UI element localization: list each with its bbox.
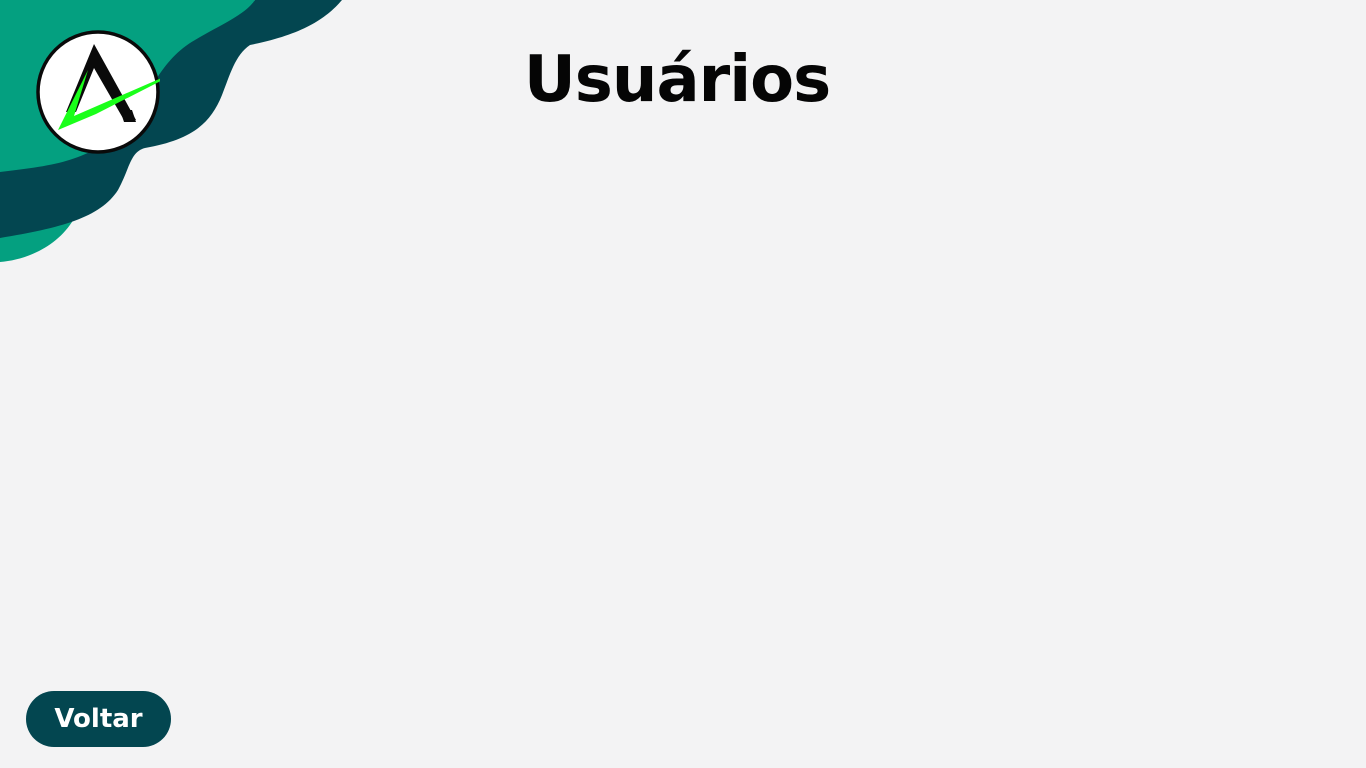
back-button[interactable]: Voltar	[26, 691, 171, 747]
page-title: Usuários	[523, 43, 831, 117]
page: Usuários Voltar	[0, 0, 1366, 768]
